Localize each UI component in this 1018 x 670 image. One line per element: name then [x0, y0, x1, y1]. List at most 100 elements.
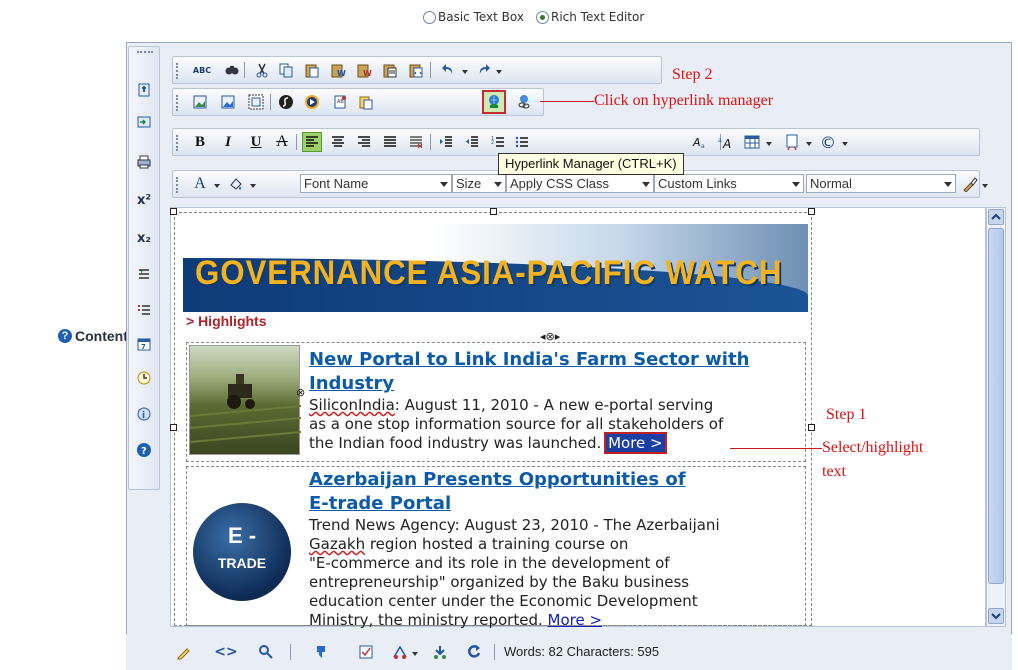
justify-icon[interactable]: [380, 132, 400, 152]
subscript-icon[interactable]: x₂: [134, 228, 154, 248]
toolbar-grip[interactable]: [137, 51, 153, 53]
ajax-spellcheck-icon[interactable]: [390, 642, 410, 662]
selected-more-link[interactable]: More >: [604, 432, 667, 454]
font-name-select[interactable]: Font Name: [300, 174, 452, 193]
module-manager-icon[interactable]: i: [134, 404, 154, 424]
redo-dropdown-arrow[interactable]: [496, 70, 502, 74]
undo-icon[interactable]: [438, 60, 458, 80]
custom-links-select[interactable]: Custom Links: [654, 174, 804, 193]
format-stripper-dropdown-arrow[interactable]: [982, 184, 988, 188]
font-size-increase-icon[interactable]: aA: [716, 132, 736, 152]
insert-symbol-icon[interactable]: ©: [818, 132, 838, 152]
resize-handle[interactable]: [808, 424, 815, 431]
module-icon[interactable]: [430, 642, 450, 662]
xhtml-validator-icon[interactable]: [312, 642, 332, 662]
bulleted-list-icon[interactable]: [512, 132, 532, 152]
basic-radio-button[interactable]: [423, 10, 436, 24]
flash-manager-icon[interactable]: [276, 92, 296, 112]
insert-table-icon[interactable]: [742, 132, 762, 152]
absolute-position-icon[interactable]: [246, 92, 266, 112]
paste-icon[interactable]: [302, 60, 322, 80]
design-mode-icon[interactable]: [174, 642, 194, 662]
scroll-thumb[interactable]: [988, 228, 1004, 584]
scroll-down-button[interactable]: [988, 608, 1004, 624]
document-template-icon[interactable]: AB: [330, 92, 350, 112]
about-help-icon[interactable]: ?: [134, 440, 154, 460]
undo-dropdown-arrow[interactable]: [462, 70, 468, 74]
document-manager-icon[interactable]: [134, 112, 154, 132]
resize-handle[interactable]: [490, 208, 497, 215]
paste-from-word-icon[interactable]: W: [328, 60, 348, 80]
spellcheck-icon[interactable]: ABC: [192, 60, 212, 80]
toolbar-grip[interactable]: [176, 63, 178, 79]
find-replace-icon[interactable]: [222, 60, 242, 80]
table-resize-icon[interactable]: ◂⊗▸: [540, 330, 560, 343]
cut-icon[interactable]: [252, 60, 272, 80]
superscript-icon[interactable]: x²: [134, 190, 154, 210]
article-headline-link[interactable]: Azerbaijan Presents Opportunities of E-tr…: [309, 468, 809, 516]
hyperlink-manager-icon[interactable]: [482, 90, 506, 114]
insert-paragraph-icon[interactable]: +: [134, 264, 154, 284]
template-manager-icon[interactable]: [356, 92, 376, 112]
symbol-dropdown-arrow[interactable]: [842, 142, 848, 146]
align-center-icon[interactable]: [328, 132, 348, 152]
preview-mode-icon[interactable]: [256, 642, 276, 662]
table-dropdown-arrow[interactable]: [766, 142, 772, 146]
column-resize-icon[interactable]: ⊗: [296, 386, 305, 399]
content-scrollbar[interactable]: [986, 207, 1006, 627]
align-right-icon[interactable]: [354, 132, 374, 152]
paragraph-style-select[interactable]: Normal: [806, 174, 956, 193]
paste-from-word-clean-icon[interactable]: W: [354, 60, 374, 80]
resize-handle[interactable]: [170, 208, 177, 215]
image-map-icon[interactable]: [218, 92, 238, 112]
italic-button[interactable]: I: [218, 132, 238, 152]
track-changes-icon[interactable]: [356, 642, 376, 662]
article-headline-link[interactable]: New Portal to Link India's Farm Sector w…: [309, 348, 809, 396]
print-icon[interactable]: [134, 152, 154, 172]
back-color-dropdown-arrow[interactable]: [250, 184, 256, 188]
paste-as-html-icon[interactable]: [406, 60, 426, 80]
copy-icon[interactable]: [276, 60, 296, 80]
rich-text-editor-option[interactable]: Rich Text Editor: [535, 10, 644, 24]
redo-icon[interactable]: [474, 60, 494, 80]
format-list-icon[interactable]: [134, 300, 154, 320]
page-properties-icon[interactable]: [134, 80, 154, 100]
spellcheck-dropdown-arrow[interactable]: [412, 652, 418, 656]
toolbar-grip[interactable]: [176, 95, 178, 111]
scroll-up-button[interactable]: [988, 209, 1004, 225]
snippet-dropdown-arrow[interactable]: [806, 142, 812, 146]
html-mode-icon[interactable]: <>: [214, 642, 237, 662]
resize-handle[interactable]: [170, 424, 177, 431]
numbered-list-icon[interactable]: 12: [488, 132, 508, 152]
font-size-decrease-icon[interactable]: Aa: [690, 132, 710, 152]
insert-snippet-icon[interactable]: [782, 132, 802, 152]
step2-description: Click on hyperlink manager: [594, 92, 774, 109]
image-manager-icon[interactable]: [190, 92, 210, 112]
strikethrough-button[interactable]: A: [272, 132, 292, 152]
media-manager-icon[interactable]: [302, 92, 322, 112]
insert-date-icon[interactable]: 7: [134, 334, 154, 354]
toolbar-grip[interactable]: [176, 135, 178, 151]
align-left-icon[interactable]: [302, 132, 322, 152]
insert-time-icon[interactable]: [134, 368, 154, 388]
format-stripper-icon[interactable]: [960, 174, 980, 194]
refresh-icon[interactable]: [464, 642, 484, 662]
remove-link-icon[interactable]: [514, 92, 534, 112]
basic-text-box-option[interactable]: Basic Text Box: [423, 10, 524, 24]
more-link[interactable]: More >: [548, 611, 603, 629]
bold-button[interactable]: B: [190, 132, 210, 152]
font-size-select[interactable]: Size: [452, 174, 506, 193]
paste-plain-text-icon[interactable]: [380, 60, 400, 80]
underline-button[interactable]: U: [246, 132, 266, 152]
indent-icon[interactable]: [436, 132, 456, 152]
toolbar-grip[interactable]: [176, 177, 178, 193]
resize-handle[interactable]: [808, 208, 815, 215]
remove-alignment-icon[interactable]: [406, 132, 426, 152]
fore-color-dropdown-arrow[interactable]: [214, 184, 220, 188]
fore-color-icon[interactable]: A: [190, 174, 210, 194]
css-class-select[interactable]: Apply CSS Class: [506, 174, 654, 193]
rich-radio-button[interactable]: [535, 10, 549, 24]
help-icon[interactable]: ?: [58, 329, 72, 343]
back-color-icon[interactable]: [226, 174, 246, 194]
outdent-icon[interactable]: [462, 132, 482, 152]
